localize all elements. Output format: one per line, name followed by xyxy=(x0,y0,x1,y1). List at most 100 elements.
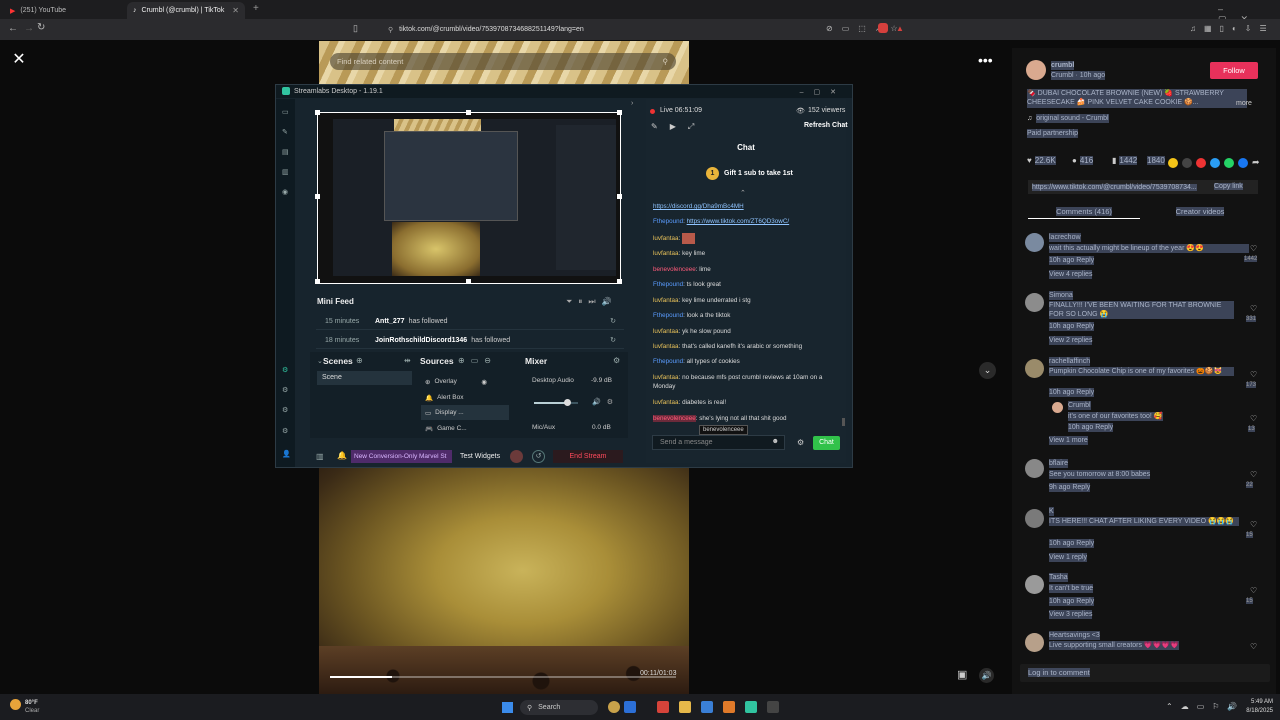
collapse-icon[interactable]: ⌄ xyxy=(317,357,323,365)
comment-like-icon[interactable]: ♡ xyxy=(1250,586,1257,595)
send-chat-button[interactable]: Chat xyxy=(813,436,840,450)
extension-triangle-icon[interactable]: ▲ xyxy=(896,24,904,33)
desktop-audio-slider-knob[interactable] xyxy=(564,399,571,406)
conversion-banner-button[interactable]: New Conversion-Only Marvel St xyxy=(351,450,452,463)
comment-like-icon[interactable]: ♡ xyxy=(1250,642,1257,651)
comment-user[interactable]: bflaire xyxy=(1049,459,1069,468)
view-replies-link[interactable]: View 1 more xyxy=(1049,436,1088,445)
avatar[interactable] xyxy=(1025,575,1044,594)
windows-start-icon[interactable] xyxy=(502,702,513,713)
task-view-icon[interactable] xyxy=(624,701,636,713)
apps-icon[interactable]: ⚙ xyxy=(282,366,290,374)
site-info-icon[interactable]: ⚲ xyxy=(388,26,393,34)
new-tab-icon[interactable]: + xyxy=(253,3,259,14)
comment-meta[interactable]: 9h ago Reply xyxy=(1049,483,1091,492)
resize-handle[interactable] xyxy=(466,279,471,284)
clock-date[interactable]: 8/18/2025 xyxy=(1240,708,1273,714)
share-arrow-icon[interactable]: ➦ xyxy=(1252,157,1260,168)
app-icon[interactable] xyxy=(723,701,735,713)
tab-tiktok[interactable]: ♪ Crumbl (@crumbl) | TikTok ✕ xyxy=(127,2,245,19)
clock-time[interactable]: 5:49 AM xyxy=(1245,699,1273,705)
comment-action[interactable]: ● 416 xyxy=(1072,156,1094,165)
address-bar-actions[interactable]: ⊘▭⬚↗☆ xyxy=(826,24,907,33)
file-explorer-icon[interactable] xyxy=(679,701,691,713)
comment-like-icon[interactable]: ♡ xyxy=(1250,414,1257,423)
resize-handle[interactable] xyxy=(617,279,622,284)
comment-user[interactable]: Heartsavings <3 xyxy=(1049,631,1100,640)
scene-transitions-icon[interactable]: ⇹ xyxy=(404,356,411,365)
repeat-icon[interactable]: ↻ xyxy=(610,317,616,325)
video-frame[interactable] xyxy=(319,468,689,696)
sources-controls[interactable]: ⊕▭⊖ xyxy=(458,356,497,365)
avatar[interactable] xyxy=(1052,402,1063,413)
comment-like-icon[interactable]: ♡ xyxy=(1250,470,1257,479)
resize-handle[interactable] xyxy=(617,194,622,199)
audio-controls[interactable]: 🔊⚙ xyxy=(592,398,619,406)
chat-settings-icon[interactable]: ⚙ xyxy=(797,438,804,447)
reload-icon[interactable]: ↻ xyxy=(37,22,45,33)
avatar[interactable] xyxy=(1025,359,1044,378)
avatar[interactable] xyxy=(1025,293,1044,312)
tab-comments[interactable]: Comments (416) xyxy=(1028,204,1140,219)
caption-more-link[interactable]: more xyxy=(1236,99,1252,108)
scene-item[interactable]: Scene xyxy=(317,371,412,385)
record-button-icon[interactable] xyxy=(510,450,523,463)
share-facebook-icon[interactable] xyxy=(1238,157,1248,168)
sound-row[interactable]: ♫ original sound - Crumbl xyxy=(1027,114,1109,123)
resize-handle[interactable] xyxy=(617,110,622,115)
forward-icon[interactable]: → xyxy=(24,23,34,34)
comment-meta[interactable]: 10h ago Reply xyxy=(1049,539,1095,548)
collapse-chat-icon[interactable]: › xyxy=(631,100,633,107)
close-tab-icon[interactable]: ✕ xyxy=(232,6,239,15)
comment-user[interactable]: rachellaffinch xyxy=(1049,357,1091,366)
source-item[interactable]: ▭ Display ... xyxy=(421,405,509,420)
tab-creator-videos[interactable]: Creator videos xyxy=(1150,204,1250,219)
share-pinterest-icon[interactable] xyxy=(1196,157,1206,168)
record-icon[interactable]: ◉ xyxy=(282,188,290,196)
window-controls[interactable]: –▢✕ xyxy=(800,88,846,96)
comment-like-icon[interactable]: ♡ xyxy=(1250,520,1257,529)
performance-icon[interactable]: ▥ xyxy=(316,452,324,461)
add-scene-icon[interactable]: ⊕ xyxy=(356,356,363,365)
resize-handle[interactable] xyxy=(315,194,320,199)
resize-handle[interactable] xyxy=(315,110,320,115)
close-video-icon[interactable]: ✕ xyxy=(10,51,28,69)
repeat-icon[interactable]: ↻ xyxy=(610,336,616,344)
view-replies-link[interactable]: View 4 replies xyxy=(1049,270,1093,279)
more-options-icon[interactable]: ••• xyxy=(978,52,998,68)
weather-icon[interactable] xyxy=(10,699,21,710)
mini-feed-controls[interactable]: ⏷⏸⏭🔊 xyxy=(566,297,618,307)
share-whatsapp-icon[interactable] xyxy=(1224,157,1234,168)
emote-picker-icon[interactable]: ☻ xyxy=(772,438,779,445)
login-to-comment[interactable]: Log in to comment xyxy=(1020,664,1270,682)
layout-icon[interactable]: ⚙ xyxy=(282,386,290,394)
chat-tools[interactable]: ✎▶⤢ xyxy=(651,122,706,132)
comment-user[interactable]: Crumbl xyxy=(1068,401,1091,410)
save-action[interactable]: ▮ 1442 xyxy=(1112,156,1138,165)
view-replies-link[interactable]: View 1 reply xyxy=(1049,553,1088,562)
themes-icon[interactable]: ✎ xyxy=(282,128,290,136)
profile-icon[interactable]: 👤 xyxy=(282,450,291,458)
back-icon[interactable]: ← xyxy=(8,23,18,34)
comment-like-icon[interactable]: ♡ xyxy=(1250,370,1257,379)
avatar[interactable] xyxy=(1025,633,1044,652)
author-avatar[interactable] xyxy=(1026,60,1046,80)
comment-user[interactable]: lacrechow xyxy=(1049,233,1081,242)
comment-user[interactable]: Simona xyxy=(1049,291,1073,300)
view-replies-link[interactable]: View 2 replies xyxy=(1049,336,1093,345)
extension-shield-icon[interactable] xyxy=(878,23,888,33)
chat-scrollbar[interactable] xyxy=(842,418,845,426)
avatar[interactable] xyxy=(1025,459,1044,478)
comment-meta[interactable]: 10h ago Reply xyxy=(1049,597,1095,606)
mini-player-icon[interactable]: ▣ xyxy=(957,668,972,683)
avatar[interactable] xyxy=(1025,509,1044,528)
author-name[interactable]: crumbl xyxy=(1051,61,1075,70)
test-widgets-button[interactable]: Test Widgets xyxy=(460,453,500,460)
resize-handle[interactable] xyxy=(466,110,471,115)
source-item[interactable]: ⊕ Overlay ◉ xyxy=(421,374,509,389)
widget-icon[interactable] xyxy=(608,701,620,713)
help-icon[interactable]: ⚙ xyxy=(282,406,290,414)
highlighter-icon[interactable]: ▥ xyxy=(282,168,290,176)
source-item[interactable]: 🔔 Alert Box xyxy=(421,390,509,405)
mixer-settings-icon[interactable]: ⚙ xyxy=(613,356,620,365)
